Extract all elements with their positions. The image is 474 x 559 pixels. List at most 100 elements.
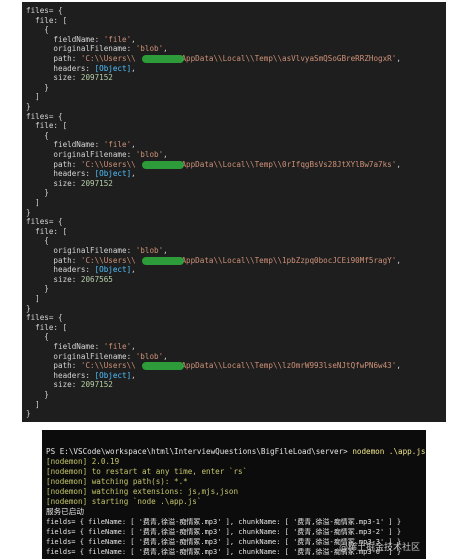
json-separator: , xyxy=(396,54,401,63)
json-value: 2067565 xyxy=(80,274,113,284)
json-key: } xyxy=(26,303,31,313)
json-line: size: 2097152 xyxy=(26,73,113,83)
prompt-path: PS E:\VSCode\workspace\html\InterviewQue… xyxy=(46,447,348,456)
powershell-terminal: PS E:\VSCode\workspace\html\InterviewQue… xyxy=(42,430,426,559)
json-line: path: 'C:\\Users\\ AppData\\Local\\Temp\… xyxy=(26,361,401,370)
fields-line: fields= { fileName: [ '费青,徐溢-痴情冢.mp3' ],… xyxy=(46,528,402,536)
json-line: fieldName: 'file', xyxy=(26,342,136,351)
json-line: originalFilename: 'blob', xyxy=(26,246,167,255)
json-line: files= { xyxy=(26,313,63,322)
json-separator: , xyxy=(131,169,136,179)
json-key: fieldName: xyxy=(26,34,104,44)
json-line: ] xyxy=(26,294,40,303)
json-value: 'C:\\Users\\ AppData\\Local\\Temp\\0rIfq… xyxy=(80,159,397,169)
json-value: 'blob' xyxy=(135,351,164,361)
json-line: { xyxy=(26,25,49,34)
json-line: originalFilename: 'blob', xyxy=(26,44,168,54)
json-value: 'blob' xyxy=(135,150,164,159)
json-value: [Object] xyxy=(94,370,132,380)
json-value: 'blob' xyxy=(135,246,164,255)
json-separator: , xyxy=(163,44,168,54)
nodemon-line: [nodemon] watching path(s): *.* xyxy=(46,477,188,486)
json-key: path: xyxy=(26,54,81,63)
json-key: } xyxy=(26,207,31,217)
json-output-terminal: } ] } size: 2097152 headers: [Object], p… xyxy=(22,2,446,422)
json-key: originalFilename: xyxy=(26,246,136,255)
json-value: 'C:\\Users\\ AppData\\Local\\Temp\\lzOmr… xyxy=(80,361,397,371)
json-line: headers: [Object], xyxy=(26,63,136,73)
json-value: 'file' xyxy=(103,140,132,150)
json-key: ] xyxy=(26,92,40,102)
json-value: 'file' xyxy=(103,342,132,351)
json-value: [Object] xyxy=(94,169,132,179)
json-line: path: 'C:\\Users\\ AppData\\Local\\Temp\… xyxy=(26,54,401,63)
json-line: headers: [Object], xyxy=(26,370,135,380)
json-separator: , xyxy=(131,342,136,351)
json-key: originalFilename: xyxy=(26,351,136,361)
json-line: ] xyxy=(26,92,40,101)
json-key: ] xyxy=(26,294,40,303)
json-line: } xyxy=(26,284,49,293)
json-key: headers: xyxy=(26,169,95,179)
json-line: originalFilename: 'blob', xyxy=(26,150,167,159)
json-line: files= { xyxy=(26,6,63,15)
redaction-mark xyxy=(142,55,184,63)
json-key: originalFilename: xyxy=(26,44,136,54)
json-value: 'C:\\Users\\ AppData\\Local\\Temp\\1pbZz… xyxy=(80,255,397,265)
json-key: files= { xyxy=(26,217,63,227)
json-line: fieldName: 'file', xyxy=(26,34,136,44)
json-line: originalFilename: 'blob', xyxy=(26,351,168,361)
nodemon-line: [nodemon] watching extensions: js,mjs,js… xyxy=(46,487,239,496)
json-key: size: xyxy=(26,178,81,188)
json-line: files= { xyxy=(26,217,63,226)
json-line: } xyxy=(26,409,31,418)
json-line: { xyxy=(26,236,49,245)
json-separator: , xyxy=(396,255,401,265)
watermark: @稀土掘金技术社区 xyxy=(338,543,420,553)
service-started-text: 服务已启动 xyxy=(46,507,84,516)
terminal-prompt-line: PS E:\VSCode\workspace\html\InterviewQue… xyxy=(46,447,425,456)
json-line: file: [ xyxy=(26,227,67,236)
json-key: file: [ xyxy=(26,322,68,332)
json-key: } xyxy=(26,188,49,198)
json-key: size: xyxy=(26,380,81,390)
json-line: file: [ xyxy=(26,16,67,25)
json-key: { xyxy=(26,130,49,140)
json-key: file: [ xyxy=(26,121,68,131)
json-value: 2097152 xyxy=(80,178,113,188)
json-key: originalFilename: xyxy=(26,150,136,159)
json-line: size: 2097152 xyxy=(26,178,113,188)
json-separator: , xyxy=(163,351,168,361)
json-key: } xyxy=(26,409,31,419)
json-line: fieldName: 'file', xyxy=(26,140,135,150)
json-separator: , xyxy=(131,34,136,44)
json-value: 'C:\\Users\\ AppData\\Local\\Temp\\asVlv… xyxy=(80,54,397,63)
json-key: { xyxy=(26,25,49,35)
json-key: fieldName: xyxy=(26,342,104,351)
json-value: 2097152 xyxy=(80,73,113,83)
json-line: file: [ xyxy=(26,121,67,130)
json-key: size: xyxy=(26,274,81,284)
json-key: headers: xyxy=(26,265,95,275)
json-line: headers: [Object], xyxy=(26,265,135,275)
json-line: { xyxy=(26,131,49,140)
json-key: } xyxy=(26,82,49,92)
json-line: size: 2097152 xyxy=(26,380,113,390)
json-key: path: xyxy=(26,255,81,265)
json-key: file: [ xyxy=(26,15,68,25)
nodemon-command: nodemon .\app.js xyxy=(347,447,426,456)
redaction-mark xyxy=(142,160,184,169)
json-line: } xyxy=(26,208,31,217)
json-separator: , xyxy=(396,361,401,371)
fields-line: fields= { fileName: [ '费青,徐溢-痴情冢.mp3' ],… xyxy=(46,518,402,526)
json-key: ] xyxy=(26,399,40,409)
json-line: file: [ xyxy=(26,323,67,332)
json-separator: , xyxy=(131,63,136,73)
json-key: { xyxy=(26,332,49,342)
json-line: } xyxy=(26,304,31,313)
json-key: } xyxy=(26,102,31,111)
json-key: path: xyxy=(26,159,81,169)
json-line: } xyxy=(26,390,49,399)
json-line: headers: [Object], xyxy=(26,169,136,179)
json-value: 2097152 xyxy=(80,380,113,390)
